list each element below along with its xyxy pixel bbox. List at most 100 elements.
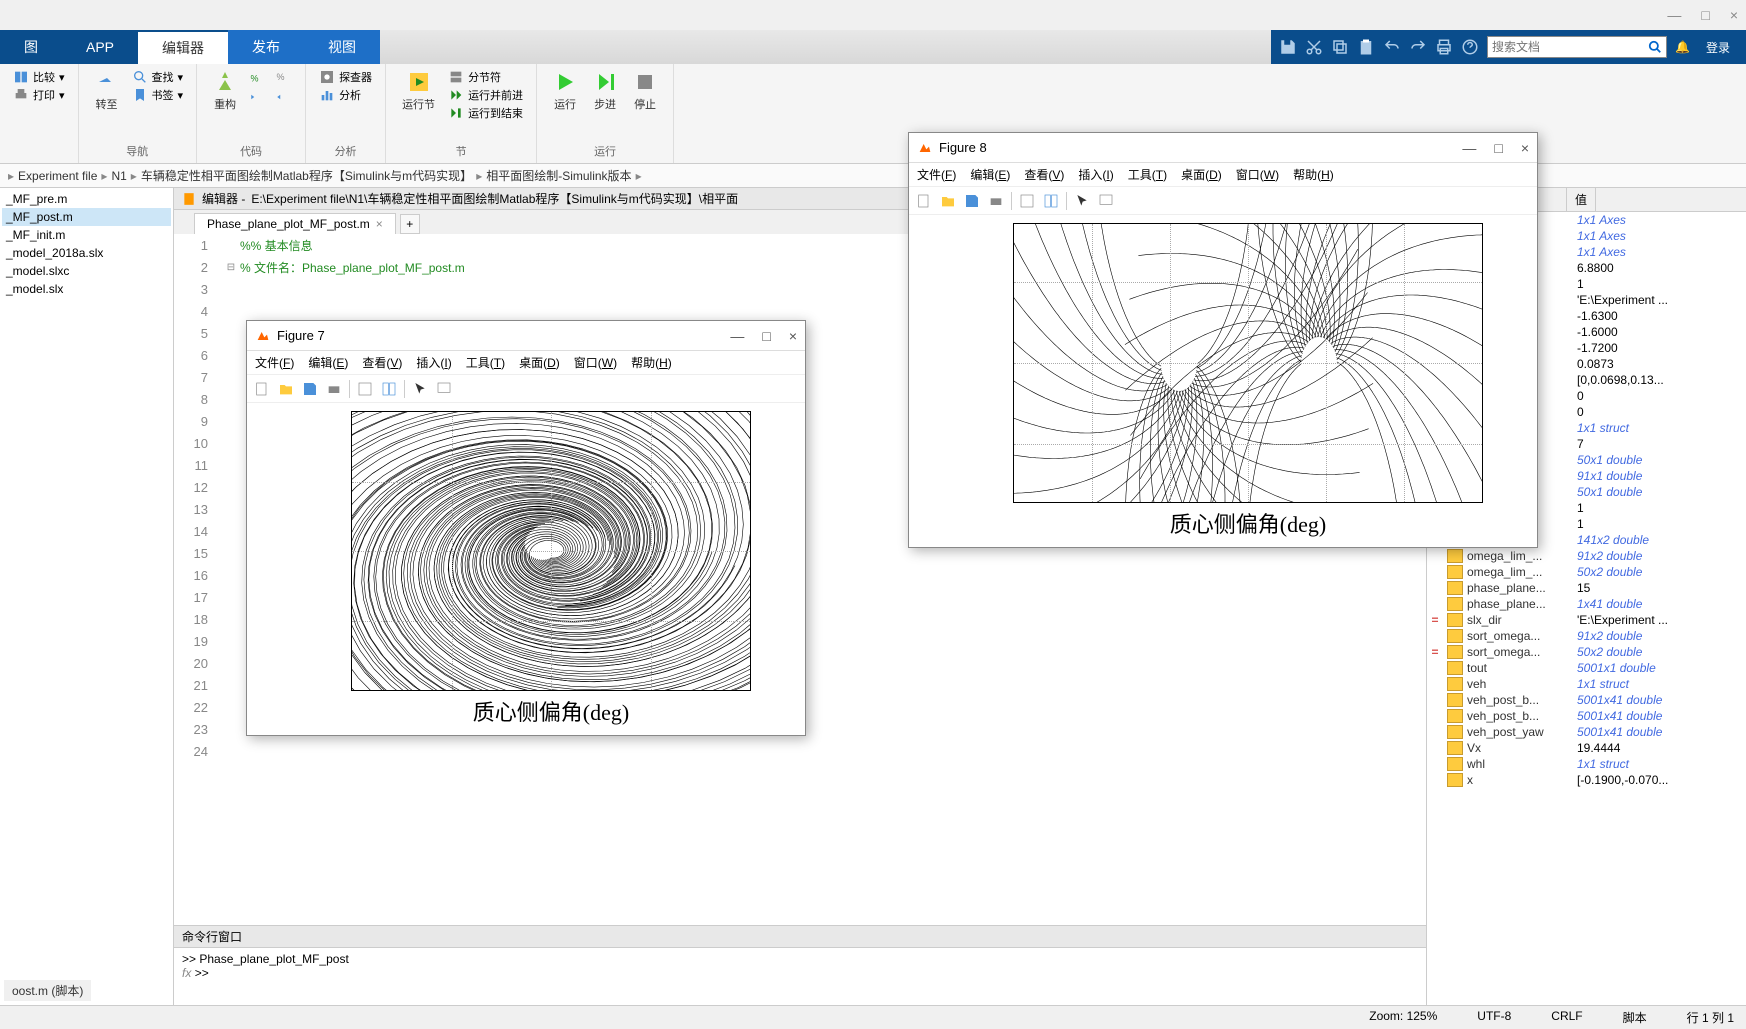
workspace-row[interactable]: whl1x1 struct [1427, 756, 1746, 772]
window-close[interactable]: × [1730, 7, 1738, 23]
editor-tab[interactable]: Phase_plane_plot_MF_post.m× [194, 213, 396, 234]
datatip-icon[interactable] [1097, 192, 1115, 210]
file-item[interactable]: _model_2018a.slx [2, 244, 171, 262]
fig7-max[interactable]: □ [762, 328, 770, 344]
figure-menu-item[interactable]: 工具(T) [1128, 166, 1167, 183]
figure-menu-item[interactable]: 文件(F) [255, 354, 294, 371]
cut-icon[interactable] [1305, 38, 1323, 56]
figure-menu-item[interactable]: 窗口(W) [1236, 166, 1279, 183]
layout2-icon[interactable] [1042, 192, 1060, 210]
workspace-row[interactable]: =slx_dir'E:\Experiment ... [1427, 612, 1746, 628]
figure-menu-item[interactable]: 窗口(W) [574, 354, 617, 371]
figure-menu-item[interactable]: 帮助(H) [631, 354, 672, 371]
workspace-row[interactable]: omega_lim_...50x2 double [1427, 564, 1746, 580]
find-button[interactable]: 查找▾ [131, 68, 185, 86]
figure-menu-item[interactable]: 工具(T) [466, 354, 505, 371]
workspace-row[interactable]: veh_post_b...5001x41 double [1427, 692, 1746, 708]
analyze-button[interactable]: 分析 [318, 86, 373, 104]
figure7-titlebar[interactable]: Figure 7 —□× [247, 321, 805, 351]
search-docs[interactable] [1487, 36, 1667, 58]
figure8-titlebar[interactable]: Figure 8 —□× [909, 133, 1537, 163]
add-tab-button[interactable]: + [400, 214, 420, 234]
redo-icon[interactable] [1409, 38, 1427, 56]
figure-window-7[interactable]: Figure 7 —□× 文件(F)编辑(E)查看(V)插入(I)工具(T)桌面… [246, 320, 806, 736]
section-break-button[interactable]: 分节符 [447, 68, 524, 86]
fig7-min[interactable]: — [730, 328, 744, 344]
refactor-button[interactable]: 重构 [209, 68, 241, 114]
figure-menu-item[interactable]: 插入(I) [416, 354, 451, 371]
new-icon[interactable] [915, 192, 933, 210]
crumb-3[interactable]: 相平面图绘制-Simulink版本 [486, 167, 631, 184]
outdent-icon[interactable] [275, 88, 293, 106]
figure-menu-item[interactable]: 桌面(D) [519, 354, 560, 371]
file-item[interactable]: _MF_post.m [2, 208, 171, 226]
layout1-icon[interactable] [356, 380, 374, 398]
print-icon[interactable] [987, 192, 1005, 210]
print-icon[interactable] [325, 380, 343, 398]
figure-menu-item[interactable]: 文件(F) [917, 166, 956, 183]
layout2-icon[interactable] [380, 380, 398, 398]
figure-menu-item[interactable]: 桌面(D) [1181, 166, 1222, 183]
workspace-row[interactable]: Vx19.4444 [1427, 740, 1746, 756]
open-icon[interactable] [939, 192, 957, 210]
open-icon[interactable] [277, 380, 295, 398]
explorer-button[interactable]: 探查器 [318, 68, 373, 86]
window-minimize[interactable]: — [1667, 7, 1681, 23]
crumb-2[interactable]: 车辆稳定性相平面图绘制Matlab程序【Simulink与m代码实现】 [141, 167, 472, 184]
fig7-close[interactable]: × [789, 328, 797, 344]
step-button[interactable]: 步进 [589, 68, 621, 114]
workspace-row[interactable]: sort_omega...91x2 double [1427, 628, 1746, 644]
save-icon[interactable] [1279, 38, 1297, 56]
code-icon[interactable]: % [275, 68, 293, 86]
tab-app[interactable]: APP [62, 30, 138, 64]
figure-menu-item[interactable]: 编辑(E) [308, 354, 348, 371]
save-icon[interactable] [963, 192, 981, 210]
file-item[interactable]: _MF_init.m [2, 226, 171, 244]
crumb-1[interactable]: N1 [111, 169, 126, 183]
tab-plot[interactable]: 图 [0, 30, 62, 64]
workspace-row[interactable]: omega_lim_...91x2 double [1427, 548, 1746, 564]
new-icon[interactable] [253, 380, 271, 398]
run-section-button[interactable]: 运行节 [398, 68, 439, 114]
help-icon[interactable] [1461, 38, 1479, 56]
window-maximize[interactable]: □ [1701, 7, 1709, 23]
close-tab-icon[interactable]: × [376, 217, 383, 231]
fig8-max[interactable]: □ [1494, 140, 1502, 156]
figure-menu-item[interactable]: 查看(V) [1024, 166, 1064, 183]
figure-menu-item[interactable]: 查看(V) [362, 354, 402, 371]
pointer-icon[interactable] [1073, 192, 1091, 210]
undo-icon[interactable] [1383, 38, 1401, 56]
workspace-row[interactable]: phase_plane...1x41 double [1427, 596, 1746, 612]
tab-publish[interactable]: 发布 [228, 30, 304, 64]
tab-editor[interactable]: 编辑器 [138, 30, 228, 64]
command-window-body[interactable]: >> Phase_plane_plot_MF_post fx >> [174, 948, 1426, 1005]
workspace-row[interactable]: =sort_omega...50x2 double [1427, 644, 1746, 660]
run-advance-button[interactable]: 运行并前进 [447, 86, 524, 104]
bookmark-button[interactable]: 书签▾ [131, 86, 185, 104]
compare-button[interactable]: 比较▾ [12, 68, 66, 86]
pointer-icon[interactable] [411, 380, 429, 398]
search-input[interactable] [1492, 40, 1648, 54]
notification-icon[interactable]: 🔔 [1675, 40, 1690, 54]
search-icon[interactable] [1648, 40, 1662, 54]
workspace-row[interactable]: veh1x1 struct [1427, 676, 1746, 692]
indent-icon[interactable] [249, 88, 267, 106]
print-icon[interactable] [1435, 38, 1453, 56]
status-zoom[interactable]: Zoom: 125% [1369, 1009, 1437, 1026]
goto-button[interactable]: 转至 [91, 68, 123, 114]
login-button[interactable]: 登录 [1698, 35, 1738, 60]
workspace-row[interactable]: x[-0.1900,-0.070... [1427, 772, 1746, 788]
paste-icon[interactable] [1357, 38, 1375, 56]
figure-menu-item[interactable]: 帮助(H) [1293, 166, 1334, 183]
workspace-row[interactable]: veh_post_yaw5001x41 double [1427, 724, 1746, 740]
datatip-icon[interactable] [435, 380, 453, 398]
run-to-end-button[interactable]: 运行到结束 [447, 104, 524, 122]
figure8-canvas[interactable]: 质心侧偏角速度(deg/ 50 0 -50 -15 -10 -5 0 5 10 … [909, 215, 1537, 547]
workspace-row[interactable]: tout5001x1 double [1427, 660, 1746, 676]
run-button[interactable]: 运行 [549, 68, 581, 114]
crumb-0[interactable]: Experiment file [18, 169, 97, 183]
copy-icon[interactable] [1331, 38, 1349, 56]
file-item[interactable]: _model.slx [2, 280, 171, 298]
stop-button[interactable]: 停止 [629, 68, 661, 114]
workspace-row[interactable]: phase_plane...15 [1427, 580, 1746, 596]
